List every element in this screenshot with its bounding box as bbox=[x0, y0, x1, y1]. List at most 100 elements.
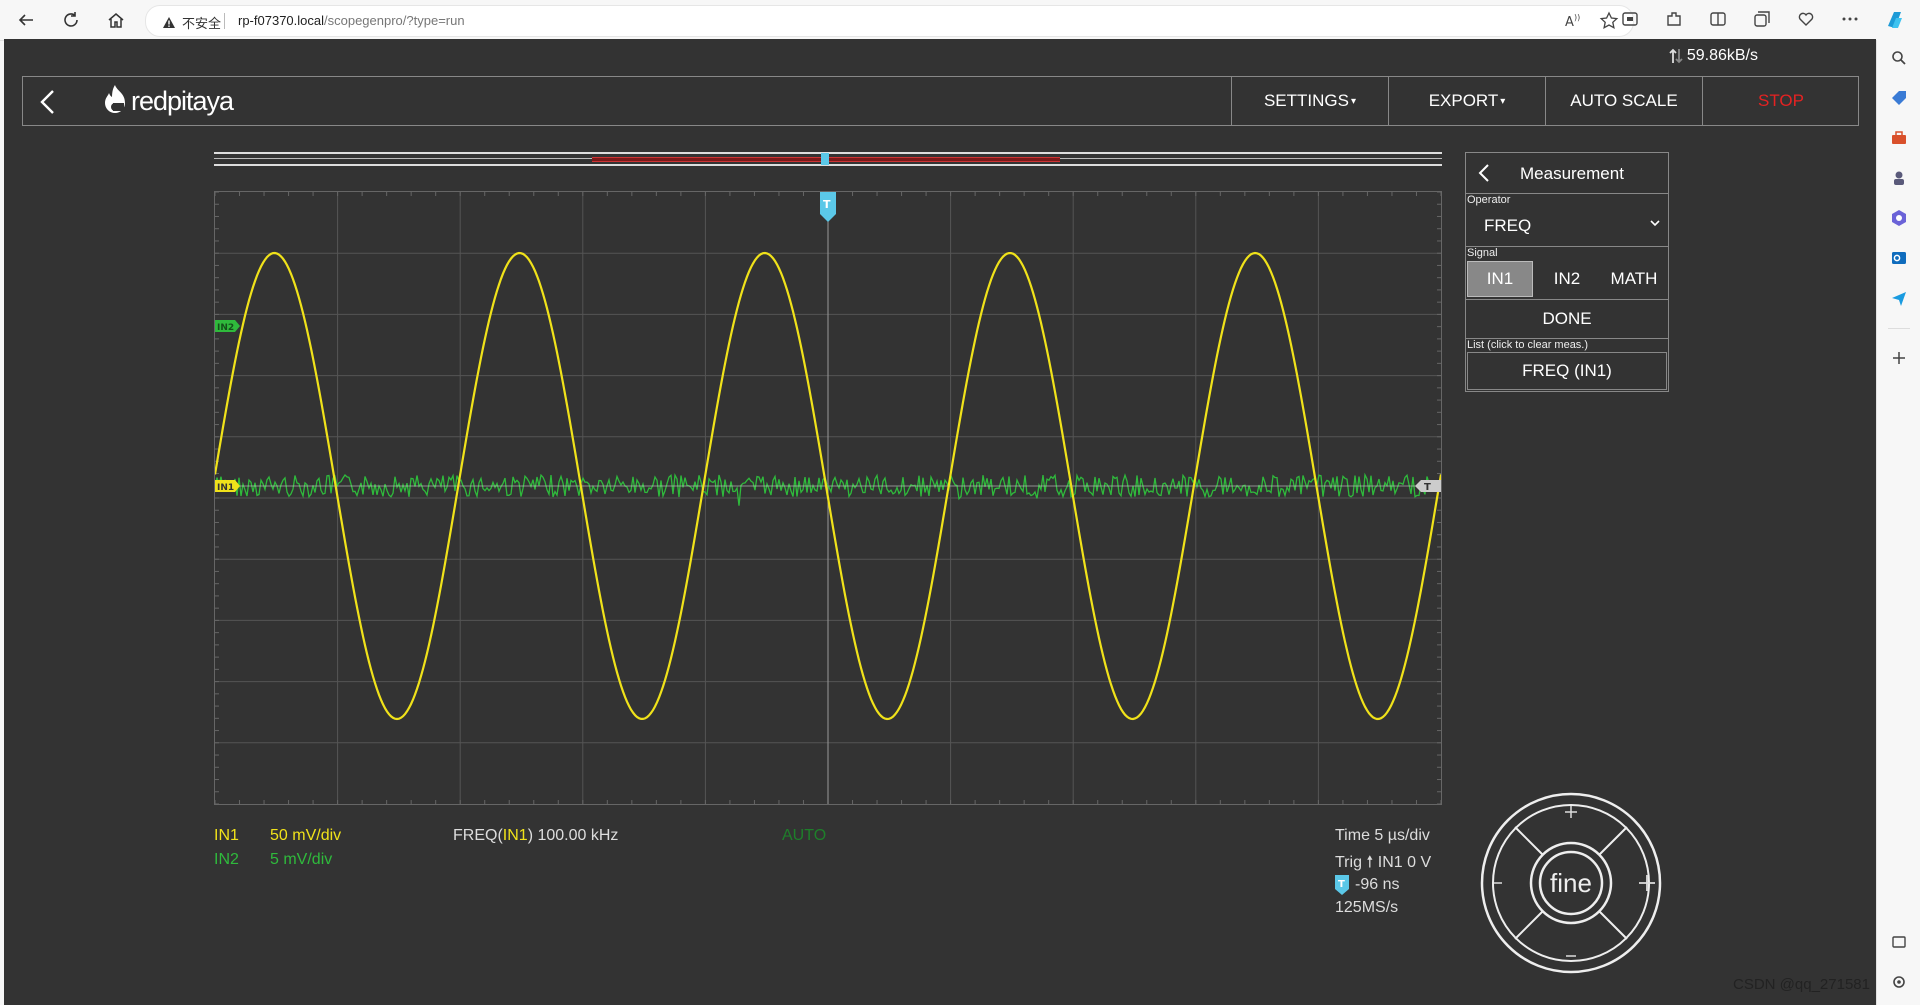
add-icon[interactable] bbox=[1889, 348, 1909, 368]
dial-up-plus-icon[interactable] bbox=[1565, 806, 1577, 818]
csdn-watermark: CSDN @qq_271581 bbox=[1733, 976, 1870, 993]
waveform-canvas[interactable]: IN2 IN1 T T bbox=[215, 192, 1441, 804]
address-bar[interactable]: 不安全 rp-f07370.local/scopegenpro/?type=ru… bbox=[145, 5, 1634, 37]
office-icon[interactable] bbox=[1889, 208, 1909, 228]
signal-in1-button[interactable]: IN1 bbox=[1467, 261, 1533, 297]
extensions-icon[interactable] bbox=[1664, 9, 1684, 29]
operator-label: Operator bbox=[1467, 194, 1511, 206]
fine-label[interactable]: fine bbox=[1550, 868, 1592, 898]
export-menu-button[interactable]: EXPORT ▾ bbox=[1388, 76, 1545, 126]
warning-icon bbox=[163, 17, 175, 28]
trigger-t-icon: T bbox=[1335, 875, 1349, 895]
tools-icon[interactable] bbox=[1889, 128, 1909, 148]
collections-icon[interactable] bbox=[1752, 9, 1772, 29]
in1-label[interactable]: IN1 bbox=[214, 827, 239, 845]
oscilloscope-graph[interactable]: IN2 IN1 T T bbox=[214, 191, 1442, 805]
signal-math-button[interactable]: MATH bbox=[1600, 261, 1668, 297]
measurement-list-item[interactable]: FREQ (IN1) bbox=[1467, 352, 1667, 390]
trigger-delay: T -96 ns bbox=[1335, 875, 1399, 895]
home-icon[interactable] bbox=[102, 6, 130, 34]
favorite-star-icon[interactable] bbox=[1599, 11, 1619, 31]
in2-scale: 5 mV/div bbox=[270, 851, 333, 868]
read-aloud-icon[interactable]: A)) bbox=[1563, 11, 1583, 31]
stop-button[interactable]: STOP bbox=[1702, 76, 1859, 126]
address-separator bbox=[224, 13, 225, 29]
trigger-time-marker-label: T bbox=[823, 198, 831, 211]
operator-select[interactable]: FREQ bbox=[1466, 206, 1668, 247]
in2-marker-label: IN2 bbox=[217, 323, 234, 333]
shopping-tag-icon[interactable] bbox=[1889, 88, 1909, 108]
transfer-arrows-icon bbox=[1669, 48, 1683, 64]
refresh-icon[interactable] bbox=[57, 6, 85, 34]
scope-app: 59.86kB/s redpitaya SETTINGS ▾ EXPORT ▾ AU… bbox=[4, 39, 1876, 1005]
operator-value: FREQ bbox=[1484, 216, 1532, 235]
measurement-title: Measurement bbox=[1520, 164, 1624, 183]
security-label: 不安全 bbox=[182, 16, 222, 31]
dial-right-plus-icon[interactable] bbox=[1639, 875, 1655, 891]
sidebar-divider bbox=[1888, 328, 1910, 329]
dial-divider bbox=[1514, 910, 1544, 940]
back-icon[interactable] bbox=[12, 6, 40, 34]
transfer-speed: 59.86kB/s bbox=[1669, 47, 1758, 65]
security-warning[interactable]: 不安全 bbox=[162, 13, 221, 32]
meas-suffix: ) 100.00 kHz bbox=[527, 827, 619, 844]
more-menu-icon[interactable] bbox=[1840, 9, 1860, 29]
dial-divider bbox=[1514, 826, 1544, 856]
games-icon[interactable] bbox=[1889, 168, 1909, 188]
measurement-back-icon[interactable] bbox=[1476, 163, 1492, 183]
url-text[interactable]: rp-f07370.local/scopegenpro/?type=run bbox=[238, 13, 465, 28]
trigger-info: Trig 🠕 IN1 0 V bbox=[1335, 851, 1431, 878]
in2-offset-marker[interactable]: IN2 bbox=[215, 320, 240, 333]
trigger-time-marker[interactable]: T bbox=[820, 192, 836, 222]
trigger-level-marker[interactable]: T bbox=[1415, 480, 1441, 493]
signal-selector: IN1 IN2 MATH bbox=[1466, 259, 1668, 300]
measurement-readout: FREQ(IN1) 100.00 kHz bbox=[453, 827, 618, 845]
logo-text: redpitaya bbox=[131, 85, 234, 116]
in1-marker-label: IN1 bbox=[217, 483, 234, 493]
settings-label: SETTINGS bbox=[1263, 91, 1349, 110]
app-header: redpitaya SETTINGS ▾ EXPORT ▾ AUTO SCALE S… bbox=[22, 76, 1859, 126]
url-host: rp-f07370.local bbox=[238, 13, 324, 28]
auto-scale-button[interactable]: AUTO SCALE bbox=[1545, 76, 1702, 126]
svg-text:A: A bbox=[1565, 15, 1574, 30]
screenshot-icon[interactable] bbox=[1889, 932, 1909, 952]
settings-gear-icon[interactable] bbox=[1889, 972, 1909, 992]
split-screen-icon[interactable] bbox=[1620, 9, 1640, 29]
stop-label: STOP bbox=[1758, 91, 1804, 110]
meas-channel: IN1 bbox=[502, 827, 528, 844]
buffer-position-bar[interactable] bbox=[214, 152, 1442, 166]
time-scale: Time 5 µs/div bbox=[1335, 827, 1430, 844]
fine-adjust-dial[interactable]: fine bbox=[1479, 791, 1663, 975]
done-button[interactable]: DONE bbox=[1466, 300, 1668, 339]
rising-edge-icon: 🠕 bbox=[1366, 854, 1374, 871]
chevron-down-icon bbox=[1650, 220, 1660, 227]
in2-label[interactable]: IN2 bbox=[214, 851, 239, 869]
signal-label: Signal bbox=[1467, 247, 1498, 259]
split-window-icon[interactable] bbox=[1708, 9, 1728, 29]
in1-scale: 50 mV/div bbox=[270, 827, 342, 844]
url-path: /scopegenpro/?type=run bbox=[324, 13, 465, 28]
chevron-down-icon: ▾ bbox=[1350, 95, 1357, 107]
dial-divider bbox=[1598, 910, 1628, 940]
trigger-t-icon-label: T bbox=[1338, 879, 1345, 890]
performance-heart-icon[interactable] bbox=[1796, 9, 1816, 29]
signal-in2-button[interactable]: IN2 bbox=[1534, 261, 1600, 297]
transfer-speed-value: 59.86kB/s bbox=[1686, 47, 1758, 64]
browser-sidebar bbox=[1876, 40, 1920, 1005]
buffer-trigger-position-marker[interactable] bbox=[821, 153, 829, 165]
send-icon[interactable] bbox=[1889, 288, 1909, 308]
trigger-level-marker-label: T bbox=[1424, 482, 1431, 493]
outlook-icon[interactable] bbox=[1889, 248, 1909, 268]
trig-source: IN1 0 V bbox=[1377, 854, 1432, 871]
app-back-icon[interactable] bbox=[37, 88, 61, 116]
list-label: List (click to clear meas.) bbox=[1467, 339, 1589, 351]
search-icon[interactable] bbox=[1889, 48, 1909, 68]
browser-toolbar: 不安全 rp-f07370.local/scopegenpro/?type=ru… bbox=[0, 0, 1920, 41]
copilot-icon[interactable] bbox=[1884, 9, 1904, 29]
export-label: EXPORT bbox=[1428, 91, 1499, 110]
top-menu: SETTINGS ▾ EXPORT ▾ AUTO SCALE STOP bbox=[1231, 76, 1859, 126]
chevron-down-icon: ▾ bbox=[1500, 95, 1506, 107]
settings-menu-button[interactable]: SETTINGS ▾ bbox=[1231, 76, 1388, 126]
trigger-delay-value: -96 ns bbox=[1355, 876, 1400, 893]
meas-prefix: FREQ( bbox=[453, 827, 503, 844]
